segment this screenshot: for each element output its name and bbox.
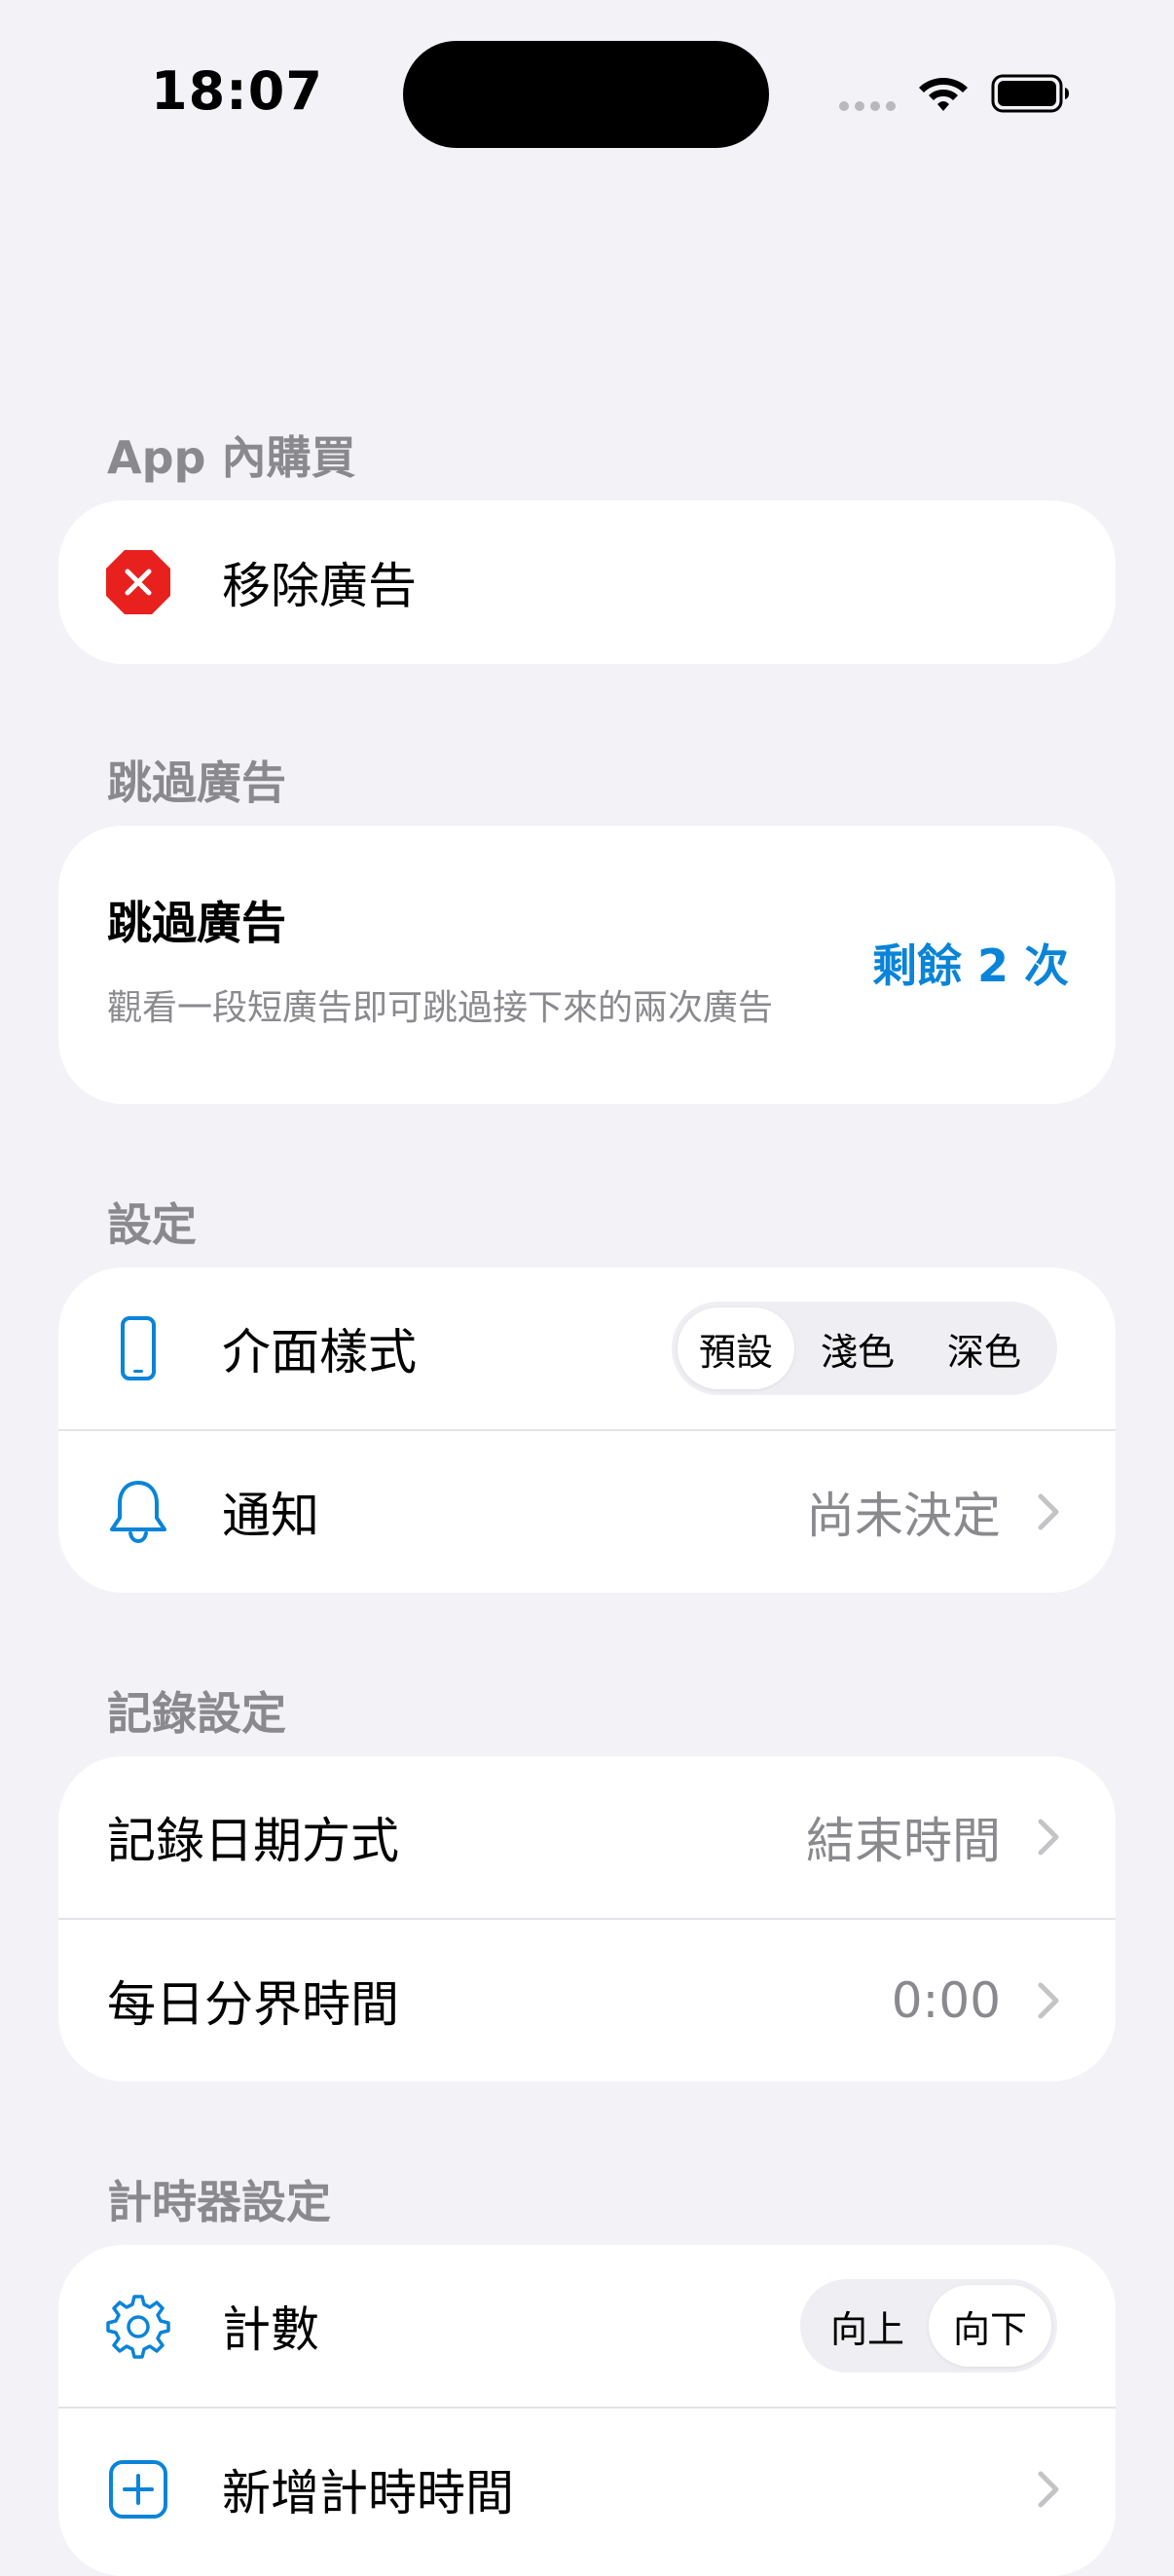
status-time: 18:07 [151, 60, 323, 122]
section-header-timer-settings: 計時器設定 [107, 2176, 331, 2228]
plus-square-icon [105, 2456, 171, 2522]
appearance-option-dark[interactable]: 深色 [921, 1307, 1047, 1389]
phone-icon [105, 1315, 171, 1381]
skip-ads-card[interactable]: 跳過廣告 觀看一段短廣告即可跳過接下來的兩次廣告 剩餘 2 次 [58, 826, 1116, 1104]
timer-settings-card: 計數 向上 向下 新增計時時間 [58, 2245, 1116, 2576]
chevron-right-icon [1038, 2471, 1059, 2508]
day-boundary-value: 0:00 [891, 1972, 1001, 2029]
appearance-label: 介面樣式 [222, 1324, 417, 1380]
date-mode-value: 結束時間 [806, 1813, 1001, 1869]
gear-icon [105, 2293, 171, 2359]
day-boundary-label: 每日分界時間 [107, 1976, 399, 2033]
dynamic-island [403, 41, 769, 148]
remove-ads-label: 移除廣告 [222, 558, 417, 614]
notifications-value: 尚未決定 [806, 1488, 1001, 1544]
add-time-label: 新增計時時間 [222, 2465, 514, 2521]
remove-ads-row[interactable]: 移除廣告 [58, 500, 1116, 664]
remove-ads-icon [105, 549, 171, 615]
wifi-icon [919, 78, 968, 111]
bell-icon [105, 1479, 171, 1545]
settings-card: 介面樣式 預設 淺色 深色 通知 尚未決定 [58, 1268, 1116, 1593]
count-option-up[interactable]: 向上 [806, 2285, 929, 2367]
count-label: 計數 [222, 2301, 319, 2358]
section-header-settings: 設定 [107, 1198, 197, 1251]
add-time-row[interactable]: 新增計時時間 [58, 2407, 1116, 2570]
skip-ads-title: 跳過廣告 [107, 897, 286, 949]
count-option-down[interactable]: 向下 [929, 2285, 1051, 2367]
date-mode-row[interactable]: 記錄日期方式 結束時間 [58, 1756, 1116, 1918]
section-header-iap: App 內購買 [107, 431, 356, 484]
appearance-option-default[interactable]: 預設 [678, 1307, 794, 1389]
appearance-option-light[interactable]: 淺色 [794, 1307, 921, 1389]
section-header-record-settings: 記錄設定 [107, 1687, 286, 1740]
count-segmented-control[interactable]: 向上 向下 [800, 2279, 1057, 2373]
iap-card: 移除廣告 [58, 500, 1116, 664]
record-settings-card: 記錄日期方式 結束時間 每日分界時間 0:00 [58, 1756, 1116, 2081]
chevron-right-icon [1038, 1819, 1059, 1856]
skip-ads-description: 觀看一段短廣告即可跳過接下來的兩次廣告 [107, 988, 774, 1028]
notifications-label: 通知 [222, 1488, 319, 1544]
chevron-right-icon [1038, 1982, 1059, 2019]
count-row: 計數 向上 向下 [58, 2245, 1116, 2407]
skip-ads-remaining: 剩餘 2 次 [871, 939, 1069, 992]
battery-icon [991, 74, 1069, 113]
appearance-row: 介面樣式 預設 淺色 深色 [58, 1268, 1116, 1429]
notifications-row[interactable]: 通知 尚未決定 [58, 1429, 1116, 1593]
appearance-segmented-control[interactable]: 預設 淺色 深色 [672, 1302, 1057, 1395]
signal-dots-icon [839, 101, 896, 111]
chevron-right-icon [1038, 1493, 1059, 1530]
date-mode-label: 記錄日期方式 [107, 1813, 399, 1869]
section-header-skip-ads: 跳過廣告 [107, 756, 286, 809]
day-boundary-row[interactable]: 每日分界時間 0:00 [58, 1918, 1116, 2081]
